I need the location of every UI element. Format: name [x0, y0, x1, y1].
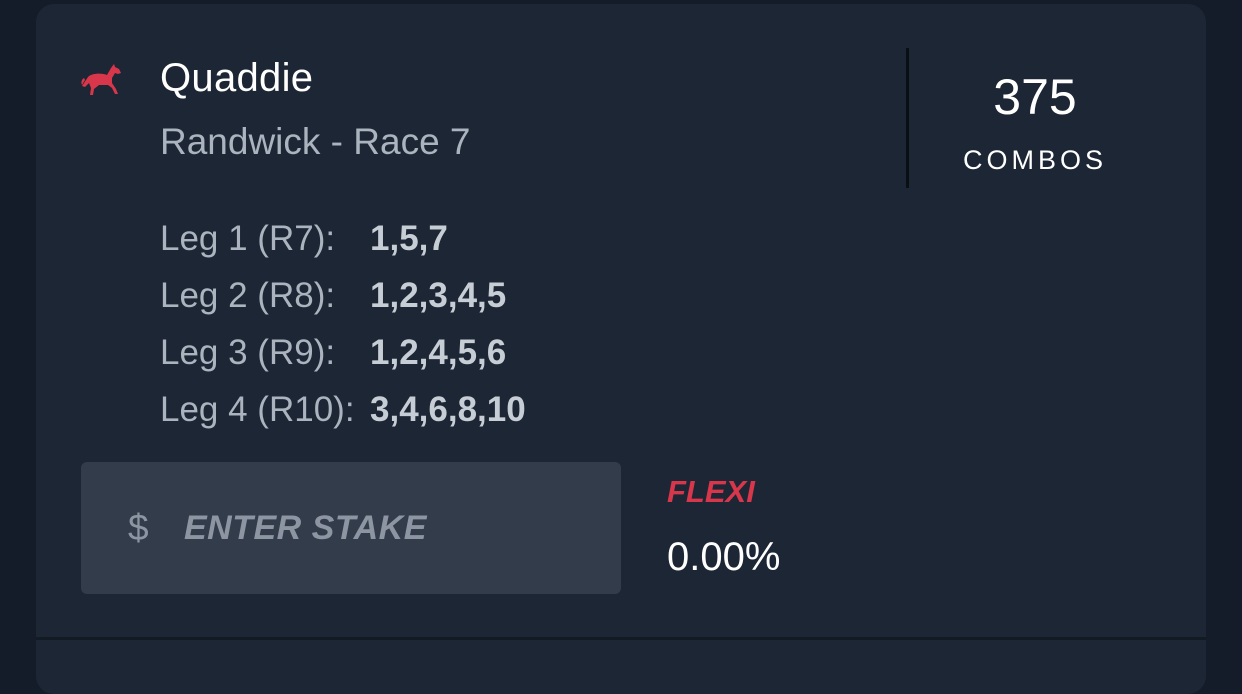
- leg-row-4: Leg 4 (R10): 3,4,6,8,10: [160, 381, 526, 438]
- legs-list: Leg 1 (R7): 1,5,7 Leg 2 (R8): 1,2,3,4,5 …: [160, 210, 526, 438]
- leg-row-3: Leg 3 (R9): 1,2,4,5,6: [160, 324, 526, 381]
- leg-row-2: Leg 2 (R8): 1,2,3,4,5: [160, 267, 526, 324]
- stake-input[interactable]: $ ENTER STAKE: [81, 462, 621, 594]
- combos-label: COMBOS: [962, 145, 1107, 175]
- flexi-percentage: 0.00%: [667, 535, 781, 579]
- card-bottom-divider: [36, 637, 1206, 640]
- leg-label: Leg 4 (R10):: [160, 389, 355, 429]
- leg-label: Leg 1 (R7):: [160, 218, 336, 258]
- bet-type-title: Quaddie: [160, 56, 314, 100]
- flexi-label: FLEXI: [667, 474, 755, 509]
- leg-selections: 1,2,4,5,6: [370, 332, 507, 372]
- leg-selections: 1,5,7: [370, 218, 448, 258]
- stake-placeholder: ENTER STAKE: [184, 508, 427, 547]
- header-divider: [906, 48, 909, 188]
- race-subtitle: Randwick - Race 7: [160, 121, 471, 162]
- leg-label: Leg 3 (R9):: [160, 332, 336, 372]
- dollar-icon: $: [128, 507, 149, 548]
- leg-selections: 1,2,3,4,5: [370, 275, 507, 315]
- leg-selections: 3,4,6,8,10: [370, 389, 526, 429]
- horse-racing-icon: [81, 64, 121, 95]
- leg-label: Leg 2 (R8):: [160, 275, 336, 315]
- leg-row-1: Leg 1 (R7): 1,5,7: [160, 210, 526, 267]
- combos-count: 375: [993, 69, 1077, 125]
